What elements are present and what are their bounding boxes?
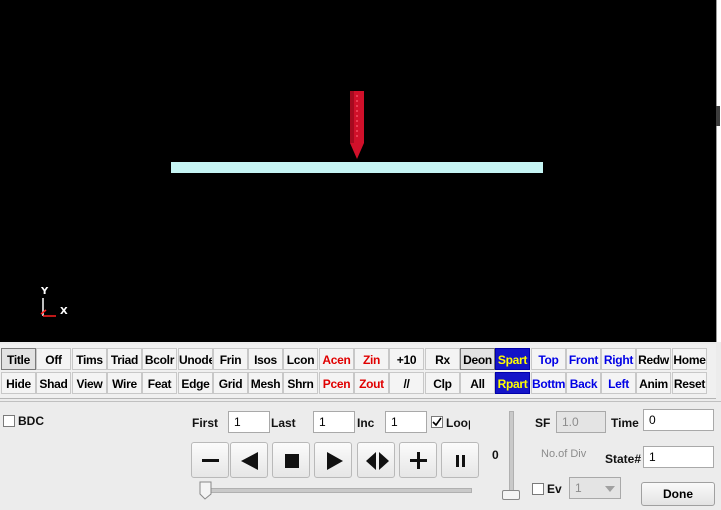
toolbar-bottm-button[interactable]: Bottm — [531, 372, 566, 394]
first-label: First — [192, 416, 219, 430]
toolbar-wire-button[interactable]: Wire — [107, 372, 142, 394]
axis-x-label: X — [60, 306, 68, 317]
viewport-border — [716, 0, 721, 342]
ev-label: Ev — [547, 482, 562, 496]
pause-icon — [456, 455, 465, 467]
toolbar-title-button[interactable]: Title — [1, 348, 36, 370]
bounce-icon — [366, 452, 389, 470]
toolbar-isos-button[interactable]: Isos — [248, 348, 283, 370]
inc-field[interactable]: 1 — [385, 411, 427, 433]
toolbar-rx-button[interactable]: Rx — [425, 348, 460, 370]
toolbar-mesh-button[interactable]: Mesh — [248, 372, 283, 394]
toolbar-tims-button[interactable]: Tims — [72, 348, 107, 370]
loop-checkbox[interactable] — [431, 416, 443, 428]
axis-y-label: Y — [41, 286, 49, 297]
plus-icon — [410, 452, 427, 469]
play-icon — [327, 452, 343, 470]
toolbar-edge-button[interactable]: Edge — [178, 372, 213, 394]
frame-slider-thumb[interactable] — [199, 481, 212, 500]
toolbar-shrn-button[interactable]: Shrn — [283, 372, 318, 394]
minus-icon — [202, 459, 219, 462]
toolbar-home-button[interactable]: Home — [672, 348, 707, 370]
toolbar-left-button[interactable]: Left — [601, 372, 636, 394]
state-label: State# — [605, 452, 642, 466]
toolbar-off-button[interactable]: Off — [36, 348, 71, 370]
toolbar-rpart-button[interactable]: Rpart — [495, 372, 530, 394]
toolbar-view-button[interactable]: View — [72, 372, 107, 394]
nodiv-label: No.of Div — [541, 448, 587, 460]
last-label: Last — [271, 416, 296, 430]
toolbar-triad-button[interactable]: Triad — [107, 348, 142, 370]
toolbar-back-button[interactable]: Back — [566, 372, 601, 394]
axis-triad: Y X — [38, 286, 72, 320]
step-back-icon — [241, 452, 258, 470]
toolbar-redw-button[interactable]: Redw — [636, 348, 671, 370]
state-field[interactable]: 1 — [643, 446, 714, 468]
toolbar-spart-button[interactable]: Spart — [495, 348, 530, 370]
toolbar-unode-button[interactable]: Unode — [178, 348, 213, 370]
probe-part — [350, 91, 364, 159]
ev-select-value: 1 — [575, 481, 582, 495]
toolbar-plus10-button[interactable]: +10 — [389, 348, 424, 370]
toolbar-reset-button[interactable]: Reset — [672, 372, 707, 394]
ev-checkbox[interactable] — [532, 483, 544, 495]
viewport-scroll-handle[interactable] — [716, 106, 720, 126]
toolbar-feat-button[interactable]: Feat — [142, 372, 177, 394]
bdc-label: BDC — [18, 414, 44, 428]
toolbar-lcon-button[interactable]: Lcon — [283, 348, 318, 370]
graphics-viewport[interactable]: Y X — [0, 0, 716, 342]
toolbar-right-button[interactable]: Right — [601, 348, 636, 370]
done-button[interactable]: Done — [641, 482, 715, 506]
stop-button[interactable] — [272, 442, 310, 478]
speed-slider-track[interactable] — [509, 411, 514, 498]
check-icon — [432, 417, 442, 427]
minus-button[interactable] — [191, 442, 229, 478]
chevron-down-icon — [605, 486, 615, 492]
sf-label: SF — [535, 416, 551, 430]
speed-value: 0 — [492, 448, 499, 462]
time-field[interactable]: 0 — [643, 409, 714, 431]
toolbar-bcolr-button[interactable]: Bcolr — [142, 348, 177, 370]
toolbar-top-button[interactable]: Top — [531, 348, 566, 370]
loop-label: Loop — [446, 416, 470, 430]
speed-slider-thumb[interactable] — [502, 490, 520, 500]
toolbar-clp-button[interactable]: Clp — [425, 372, 460, 394]
last-field[interactable]: 1 — [313, 411, 355, 433]
ev-select[interactable]: 1 — [569, 477, 621, 499]
toolbar-anim-button[interactable]: Anim — [636, 372, 671, 394]
toolbar-parallel-button[interactable]: // — [389, 372, 424, 394]
plate-part — [171, 162, 543, 173]
inc-label: Inc — [357, 416, 375, 430]
sf-field: 1.0 — [556, 411, 606, 433]
toolbar-all-button[interactable]: All — [460, 372, 495, 394]
toolbar-front-button[interactable]: Front — [566, 348, 601, 370]
plus-button[interactable] — [399, 442, 437, 478]
frame-slider-track[interactable] — [205, 488, 472, 493]
stop-icon — [285, 454, 299, 468]
bounce-button[interactable] — [357, 442, 395, 478]
toolbar-hide-button[interactable]: Hide — [1, 372, 36, 394]
step-back-button[interactable] — [230, 442, 268, 478]
toolbar-pcen-button[interactable]: Pcen — [319, 372, 354, 394]
first-field[interactable]: 1 — [228, 411, 270, 433]
toolbar-frin-button[interactable]: Frin — [213, 348, 248, 370]
toolbar-zin-button[interactable]: Zin — [354, 348, 389, 370]
toolbar-deon-button[interactable]: Deon — [460, 348, 495, 370]
toolbar-zout-button[interactable]: Zout — [354, 372, 389, 394]
toolbar-grid-button[interactable]: Grid — [213, 372, 248, 394]
time-label: Time — [611, 416, 639, 430]
toolbar-acen-button[interactable]: Acen — [319, 348, 354, 370]
play-button[interactable] — [314, 442, 352, 478]
pause-button[interactable] — [441, 442, 479, 478]
toolbar-shad-button[interactable]: Shad — [36, 372, 71, 394]
bdc-checkbox[interactable] — [3, 415, 15, 427]
